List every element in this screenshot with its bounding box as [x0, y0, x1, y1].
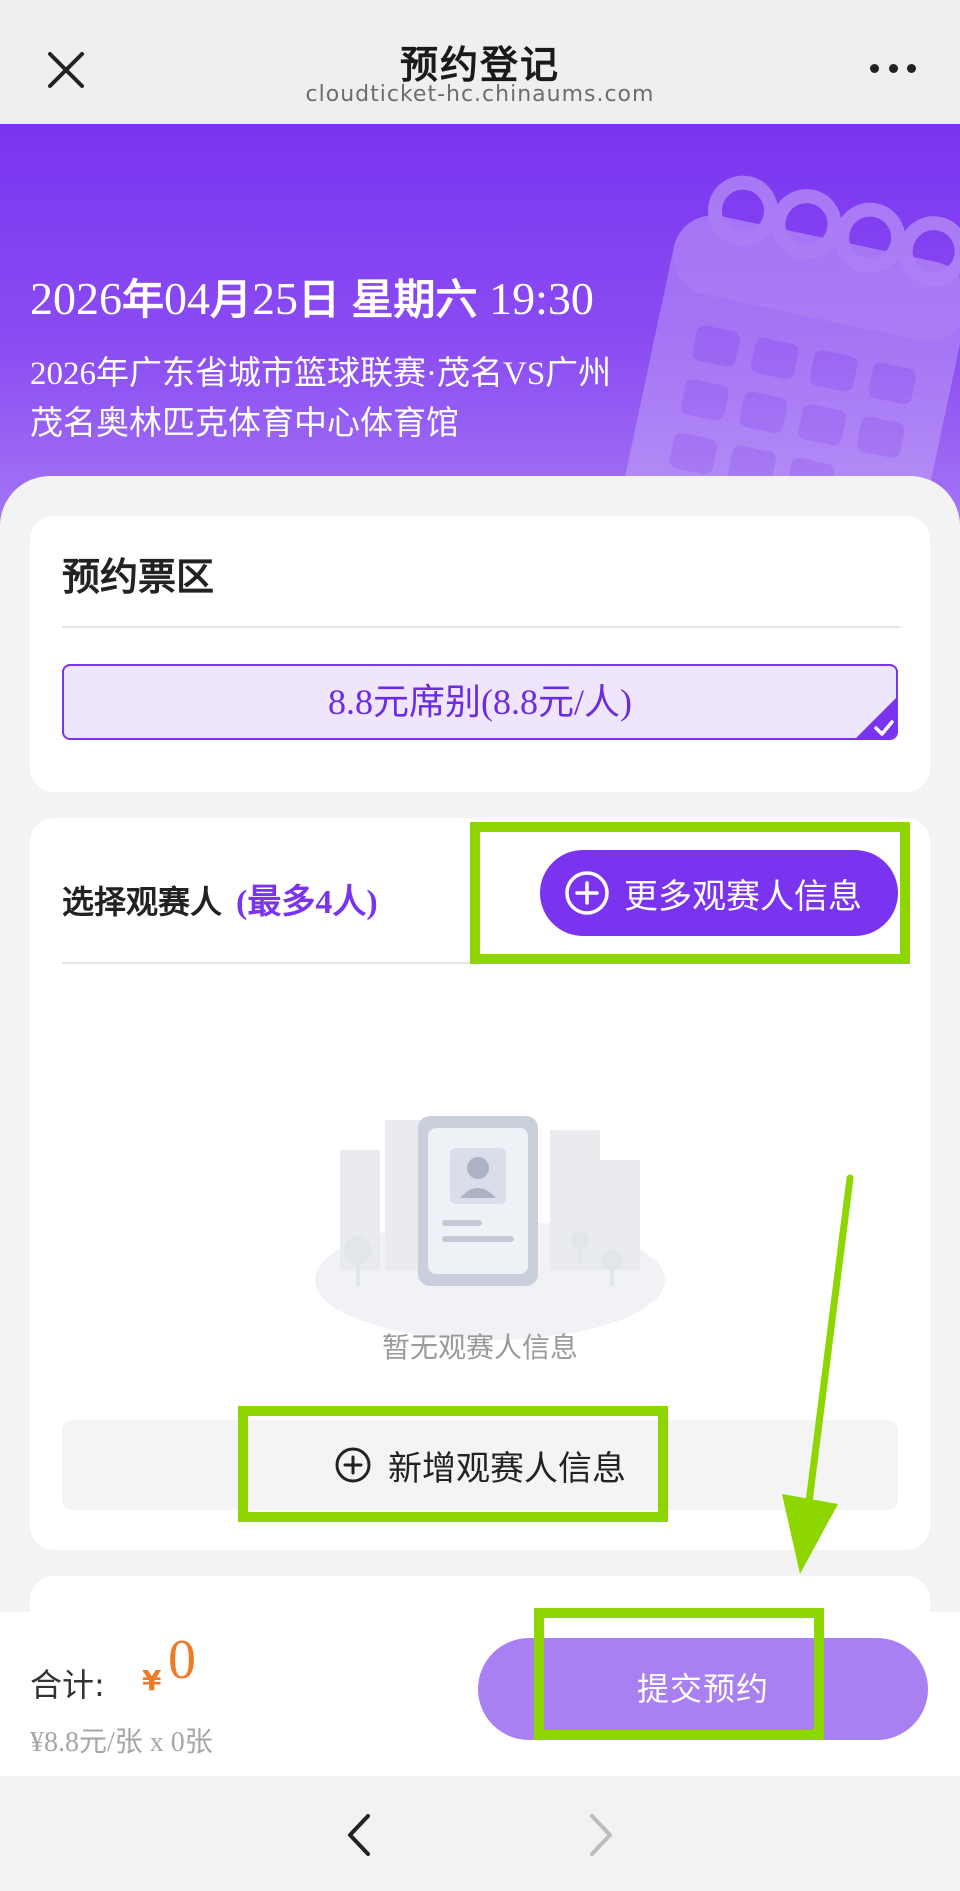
ticket-option-label: 8.8元席别(8.8元/人) [328, 682, 632, 722]
total-bar: 合计: ¥ 0 ¥8.8元/张 x 0张 提交预约 [0, 1612, 960, 1776]
price-detail: ¥8.8元/张 x 0张 [30, 1727, 213, 1758]
event-datetime: 2026年04月25日 星期六 19:30 [30, 273, 594, 324]
top-nav-bar: 预约登记 cloudticket-hc.chinaums.com [0, 0, 960, 124]
currency-symbol: ¥ [142, 1664, 162, 1697]
event-header: 2026年04月25日 星期六 19:30 2026年广东省城市篮球联赛·茂名V… [0, 124, 960, 524]
chevron-left-icon[interactable] [340, 1810, 380, 1860]
ticket-zone-card: 预约票区 8.8元席别(8.8元/人) [30, 516, 930, 792]
empty-viewer-illustration [315, 1116, 665, 1340]
divider [62, 962, 900, 964]
browser-bottom-nav [0, 1776, 960, 1891]
page-title: 预约登记 [399, 43, 560, 87]
viewers-card: 选择观赛人 (最多4人) 更多观赛人信息 暂无观赛人信息 新增观赛人信息 [30, 818, 930, 1550]
plus-circle-icon [565, 871, 609, 915]
event-weekday: 星期六 [351, 275, 478, 324]
submit-button[interactable]: 提交预约 [478, 1638, 928, 1740]
more-horizontal-icon[interactable] [870, 64, 916, 76]
empty-viewer-text: 暂无观赛人信息 [381, 1331, 578, 1364]
chevron-right-icon[interactable] [580, 1810, 620, 1860]
add-viewer-button[interactable]: 新增观赛人信息 [62, 1420, 898, 1510]
ticket-zone-title: 预约票区 [62, 555, 215, 599]
viewers-max-label: (最多4人) [236, 884, 378, 921]
total-label: 合计: [30, 1666, 105, 1704]
add-viewer-label: 新增观赛人信息 [388, 1448, 626, 1489]
divider [62, 626, 900, 628]
calendar-icon [618, 175, 960, 524]
check-icon [856, 698, 896, 738]
ticket-option[interactable]: 8.8元席别(8.8元/人) [62, 664, 898, 740]
more-viewers-label: 更多观赛人信息 [624, 876, 862, 917]
viewers-title: 选择观赛人 (最多4人) [62, 883, 378, 921]
more-viewers-button[interactable]: 更多观赛人信息 [540, 850, 898, 936]
event-name: 2026年广东省城市篮球联赛·茂名VS广州 [30, 356, 612, 392]
page-url: cloudticket-hc.chinaums.com [305, 82, 655, 107]
event-time: 19:30 [489, 273, 594, 324]
plus-circle-icon [335, 1447, 371, 1483]
event-venue: 茂名奥林匹克体育中心体育馆 [30, 406, 459, 442]
total-amount: 0 [168, 1629, 196, 1691]
